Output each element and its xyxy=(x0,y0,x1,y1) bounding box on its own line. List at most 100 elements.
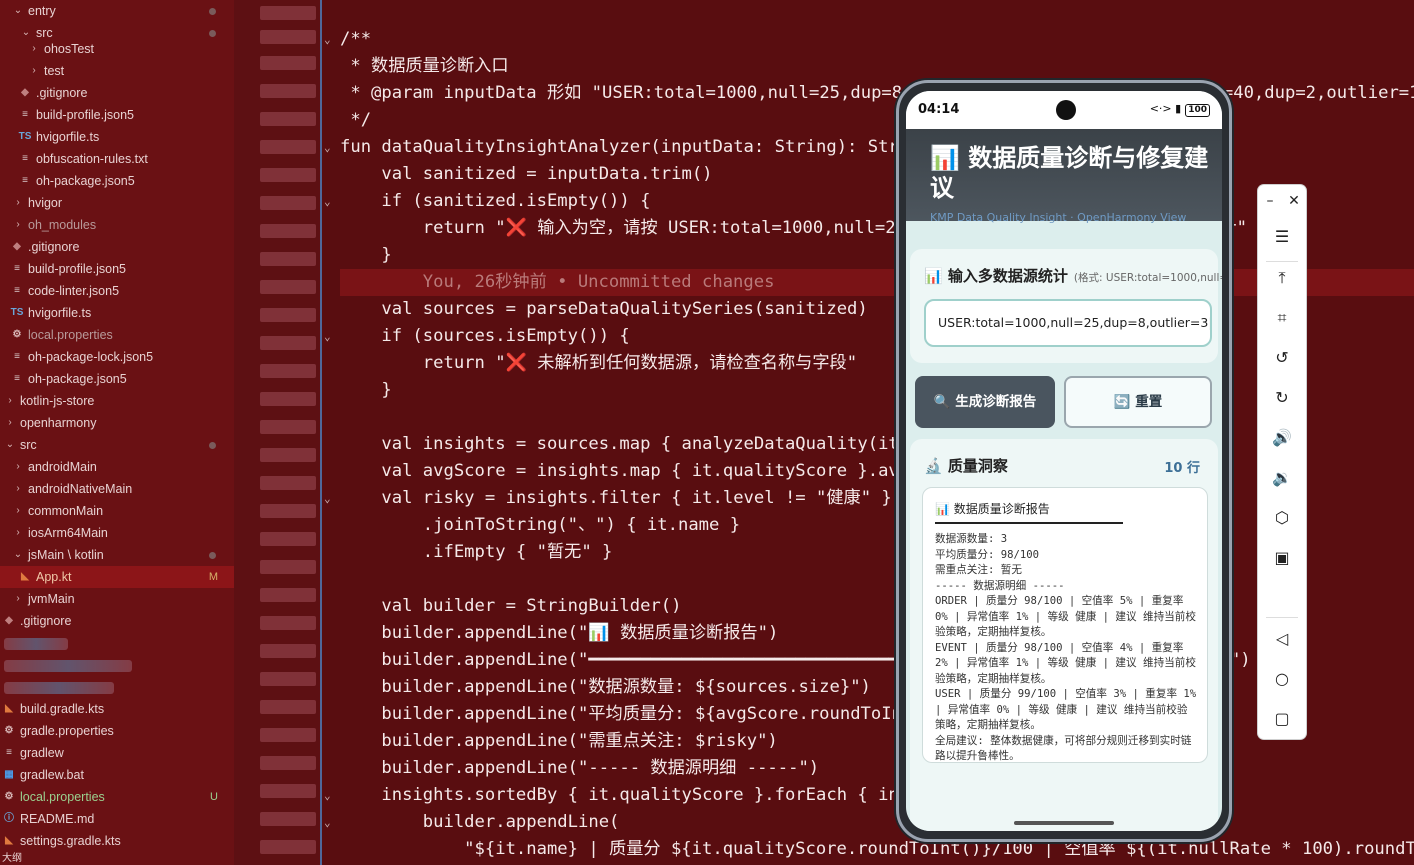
volume-down-icon[interactable]: 🔉 xyxy=(1258,460,1306,496)
tree-file-settings-gradle[interactable]: ◣ settings.gradle.kts xyxy=(0,830,234,852)
tree-folder-test[interactable]: › test xyxy=(0,60,234,82)
tree-folder-androidnativemain[interactable]: › androidNativeMain xyxy=(0,478,234,500)
code-line[interactable]: * @param inputData 形如 "USER:total=1000,n… xyxy=(340,80,1414,107)
tree-folder-oh-modules[interactable]: › oh_modules xyxy=(0,214,234,236)
crop-icon[interactable]: ⌗ xyxy=(1258,300,1306,336)
screenshot-icon[interactable]: ▣ xyxy=(1258,540,1306,576)
tree-folder-jsmain-kotlin[interactable]: ⌄ jsMain \ kotlin xyxy=(0,544,234,566)
home-icon[interactable]: ○ xyxy=(1258,661,1306,697)
tree-folder-androidmain[interactable]: › androidMain xyxy=(0,456,234,478)
code-line[interactable]: builder.appendLine( xyxy=(340,809,620,836)
chevron-right-icon: › xyxy=(16,197,20,208)
code-editor[interactable]: ⌄ ⌄ ⌄ ⌄ ⌄ ⌄ ⌄ /** * 数据质量诊断入口 * @param in… xyxy=(322,0,1414,865)
code-line[interactable]: "${it.name} | 质量分 ${it.qualityScore.roun… xyxy=(340,836,1414,863)
tree-folder-ohostest[interactable]: › ohosTest xyxy=(0,38,234,60)
close-button[interactable]: ✕ xyxy=(1282,189,1306,213)
tree-folder-iosarm64main[interactable]: › iosArm64Main xyxy=(0,522,234,544)
minimap[interactable] xyxy=(234,0,322,865)
code-line[interactable]: val risky = insights.filter { it.level !… xyxy=(340,485,891,512)
code-line[interactable]: */ xyxy=(340,107,371,134)
divider xyxy=(1266,617,1298,618)
tree-file-obfuscation-rules[interactable]: ≡ obfuscation-rules.txt xyxy=(0,148,234,170)
tree-file-oh-package-root[interactable]: ≡ oh-package.json5 xyxy=(0,368,234,390)
code-line[interactable]: insights.sortedBy { it.qualityScore }.fo… xyxy=(340,782,981,809)
outline-section-header[interactable]: 大纲 xyxy=(0,852,234,865)
code-line[interactable]: builder.appendLine("需重点关注: $risky") xyxy=(340,728,777,755)
chevron-right-icon: › xyxy=(32,43,36,54)
code-line[interactable]: val avgScore = insights.map { it.quality… xyxy=(340,458,971,485)
tree-folder-openharmony[interactable]: › openharmony xyxy=(0,412,234,434)
code-line[interactable]: builder.appendLine("📊 数据质量诊断报告") xyxy=(340,620,778,647)
fold-chevron-icon[interactable]: ⌄ xyxy=(324,141,331,154)
code-line[interactable]: * 数据质量诊断入口 xyxy=(340,53,508,80)
tree-folder-hvigor[interactable]: › hvigor xyxy=(0,192,234,214)
volume-up-icon[interactable]: 🔊 xyxy=(1258,420,1306,456)
code-line[interactable]: val insights = sources.map { analyzeData… xyxy=(340,431,929,458)
reset-button[interactable]: 🔄 重置 xyxy=(1064,376,1212,428)
tree-file-hvigorfile[interactable]: TS hvigorfile.ts xyxy=(0,126,234,148)
code-line[interactable]: fun dataQualityInsightAnalyzer(inputData… xyxy=(340,134,951,161)
input-section-title: 📊 输入多数据源统计(格式: USER:total=1000,null=25,d… xyxy=(924,265,1222,286)
tree-file-gitignore-root[interactable]: ◆ .gitignore xyxy=(0,236,234,258)
tree-file-local-properties-top[interactable]: ⚙ local.properties U xyxy=(0,786,234,808)
tree-file-oh-package[interactable]: ≡ oh-package.json5 xyxy=(0,170,234,192)
tree-folder-entry[interactable]: ⌄ entry xyxy=(0,0,234,22)
code-line[interactable]: .ifEmpty { "暂无" } xyxy=(340,539,613,566)
back-icon[interactable]: ◁ xyxy=(1258,621,1306,657)
tree-file-gradlew-bat[interactable]: ▦ gradlew.bat xyxy=(0,764,234,786)
fold-chevron-icon[interactable]: ⌄ xyxy=(324,789,331,802)
phone-screen[interactable]: 04:14 <·> ▮ 100 📊 数据质量诊断与修复建议 KMP Data Qu… xyxy=(906,91,1222,831)
info-icon: ⓘ xyxy=(4,813,14,824)
rotate-left-icon[interactable]: ↺ xyxy=(1258,340,1306,376)
tree-file-build-profile-root[interactable]: ≡ build-profile.json5 xyxy=(0,258,234,280)
code-line[interactable]: /** xyxy=(340,26,371,53)
redacted-row xyxy=(4,638,68,650)
code-line[interactable]: builder.appendLine("----- 数据源明细 -----") xyxy=(340,755,819,782)
tree-file-gitignore-top[interactable]: ◆ .gitignore xyxy=(0,610,234,632)
code-line[interactable]: val sanitized = inputData.trim() xyxy=(340,161,712,188)
tree-file-build-gradle[interactable]: ◣ build.gradle.kts xyxy=(0,698,234,720)
tree-file-hvigorfile-root[interactable]: TS hvigorfile.ts xyxy=(0,302,234,324)
fold-chevron-icon[interactable]: ⌄ xyxy=(324,330,331,343)
tree-folder-commonmain[interactable]: › commonMain xyxy=(0,500,234,522)
pin-top-icon[interactable]: ⤒ xyxy=(1258,260,1306,296)
tree-file-app-kt[interactable]: ◣ App.kt M xyxy=(0,566,234,588)
code-line[interactable]: return "❌ 未解析到任何数据源，请检查名称与字段" xyxy=(340,350,857,377)
tree-file-code-linter[interactable]: ≡ code-linter.json5 xyxy=(0,280,234,302)
tree-file-readme[interactable]: ⓘ README.md xyxy=(0,808,234,830)
minimize-button[interactable]: – xyxy=(1258,189,1282,213)
code-line[interactable]: } xyxy=(340,377,391,404)
code-line[interactable]: val sources = parseDataQualitySeries(san… xyxy=(340,296,867,323)
tree-file-local-properties[interactable]: ⚙ local.properties xyxy=(0,324,234,346)
code-line[interactable]: } xyxy=(340,242,391,269)
menu-icon[interactable]: ☰ xyxy=(1258,219,1306,255)
tree-file-build-profile[interactable]: ≡ build-profile.json5 xyxy=(0,104,234,126)
gear-icon: ⚙ xyxy=(4,791,14,802)
phone-emulator: 04:14 <·> ▮ 100 📊 数据质量诊断与修复建议 KMP Data Qu… xyxy=(896,80,1232,842)
tree-folder-kotlin-js-store[interactable]: › kotlin-js-store xyxy=(0,390,234,412)
fold-chevron-icon[interactable]: ⌄ xyxy=(324,33,331,46)
tree-file-gradlew[interactable]: ≡ gradlew xyxy=(0,742,234,764)
tree-file-gradle-properties[interactable]: ⚙ gradle.properties xyxy=(0,720,234,742)
code-line[interactable]: builder.appendLine("数据源数量: ${sources.siz… xyxy=(340,674,871,701)
code-line[interactable]: if (sanitized.isEmpty()) { xyxy=(340,188,650,215)
fold-chevron-icon[interactable]: ⌄ xyxy=(324,195,331,208)
fold-chevron-icon[interactable]: ⌄ xyxy=(324,816,331,829)
rotate-right-icon[interactable]: ↻ xyxy=(1258,380,1306,416)
code-line[interactable]: val builder = StringBuilder() xyxy=(340,593,681,620)
tree-folder-src-root[interactable]: ⌄ src xyxy=(0,434,234,456)
data-source-input[interactable]: USER:total=1000,null=25,dup=8,outlier=3|… xyxy=(924,299,1212,347)
tree-folder-jvmmain[interactable]: › jvmMain xyxy=(0,588,234,610)
code-line[interactable]: if (sources.isEmpty()) { xyxy=(340,323,629,350)
input-card: 📊 输入多数据源统计(格式: USER:total=1000,null=25,d… xyxy=(910,249,1222,363)
report-output[interactable]: 📊 数据质量诊断报告 数据源数量: 3 平均质量分: 98/100 需重点关注:… xyxy=(922,487,1208,763)
home-indicator[interactable] xyxy=(1014,821,1114,825)
shake-icon[interactable]: ⬡ xyxy=(1258,500,1306,536)
json-file-icon: ≡ xyxy=(22,109,28,120)
generate-report-button[interactable]: 🔍 生成诊断报告 xyxy=(915,376,1055,428)
tree-file-gitignore[interactable]: ◆ .gitignore xyxy=(0,82,234,104)
code-line[interactable]: .joinToString("、") { it.name } xyxy=(340,512,740,539)
overview-icon[interactable]: ▢ xyxy=(1258,701,1306,737)
fold-chevron-icon[interactable]: ⌄ xyxy=(324,492,331,505)
tree-file-oh-package-lock[interactable]: ≡ oh-package-lock.json5 xyxy=(0,346,234,368)
